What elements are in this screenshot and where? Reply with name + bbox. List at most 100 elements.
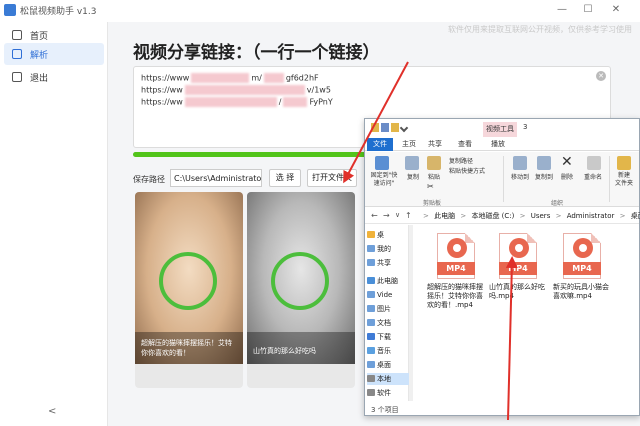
pin-icon[interactable] xyxy=(375,156,389,170)
explorer-title: 3 xyxy=(523,123,528,131)
clear-icon[interactable]: ✕ xyxy=(596,71,606,81)
copy-path-button[interactable]: 复制路径 xyxy=(449,156,473,165)
file-name: 超解压的猫咪摔摆摇乐！艾特你你喜欢的看！.mp4 xyxy=(427,283,483,309)
tree-item[interactable]: 桌 xyxy=(367,229,409,241)
new-folder-icon[interactable] xyxy=(617,156,631,170)
ribbon-divider xyxy=(609,156,610,202)
file-item[interactable]: MP4 山竹真的那么好吃吗.mp4 xyxy=(489,231,549,331)
navigation-tree: 桌 我的 共享 此电脑 Vide 图片 文档 下载 音乐 桌面 本地 软件 xyxy=(365,225,409,401)
save-path-input[interactable]: C:\Users\Administrator\ xyxy=(170,169,262,187)
redacted-blur xyxy=(184,97,277,107)
maximize-button[interactable]: ☐ xyxy=(576,2,600,18)
video-tools-tab[interactable]: 视频工具 xyxy=(483,122,517,137)
file-item[interactable]: MP4 新买的玩具小猫会喜欢嘛.mp4 xyxy=(553,231,613,331)
tab-file[interactable]: 文件 xyxy=(367,138,393,151)
rename-icon[interactable] xyxy=(587,156,601,170)
redacted-blur xyxy=(184,85,305,95)
tree-item[interactable]: 文档 xyxy=(367,317,409,329)
paste-shortcut-button[interactable]: 粘贴快捷方式 xyxy=(449,166,485,175)
ribbon-tabs: 文件 主页 共享 查看 播放 xyxy=(365,137,639,151)
paste-icon[interactable] xyxy=(427,156,441,170)
folder-icon xyxy=(367,245,375,252)
home-icon xyxy=(12,30,22,40)
highlight-circle xyxy=(159,252,217,310)
clipboard-group-label: 剪贴板 xyxy=(423,200,442,207)
sidebar-item-parse[interactable]: 解析 xyxy=(4,43,104,65)
copy-to-button[interactable]: 复制到 xyxy=(533,172,555,181)
copy-icon[interactable] xyxy=(405,156,419,170)
reel-hub xyxy=(579,244,587,252)
page-fold xyxy=(591,233,601,243)
folder-icon xyxy=(367,319,375,326)
tab-home[interactable]: 主页 xyxy=(399,138,419,151)
file-item[interactable]: MP4 超解压的猫咪摔摆摇乐！艾特你你喜欢的看！.mp4 xyxy=(427,231,487,331)
file-name: 新买的玩具小猫会喜欢嘛.mp4 xyxy=(553,283,609,300)
breadcrumb-item[interactable]: 本地磁盘 (C:) xyxy=(471,212,514,220)
sidebar-item-label: 首页 xyxy=(30,31,49,42)
tree-item[interactable]: 下载 xyxy=(367,331,409,343)
video-caption: 山竹真的那么好吃吗 xyxy=(253,347,316,355)
copy-to-icon[interactable] xyxy=(537,156,551,170)
tree-item[interactable]: 本地 xyxy=(367,373,409,385)
open-folder-button[interactable]: 打开文件夹 xyxy=(307,169,357,187)
file-type-badge: MP4 xyxy=(499,262,537,275)
up-icon[interactable]: ↑ xyxy=(405,211,412,220)
back-icon[interactable]: ← xyxy=(371,211,378,220)
explorer-title-bar: 视频工具 3 xyxy=(365,119,639,137)
tree-item[interactable]: 桌面 xyxy=(367,359,409,371)
properties-icon[interactable] xyxy=(381,123,389,132)
delete-icon[interactable]: ✕ xyxy=(561,154,573,170)
close-button[interactable]: ✕ xyxy=(604,2,628,18)
rename-button[interactable]: 重命名 xyxy=(581,172,605,181)
breadcrumb-item[interactable]: Users xyxy=(531,212,551,220)
redacted-blur xyxy=(191,73,250,83)
video-caption: 超解压的猫咪摔摆摇乐！艾特你你喜欢的看！ xyxy=(141,339,232,357)
sidebar: 首页 解析 退出 < xyxy=(0,22,108,426)
link-line: https://www m/gf6d2hF xyxy=(141,73,319,83)
new-folder-icon[interactable] xyxy=(391,123,399,132)
video-card[interactable]: 山竹真的那么好吃吗 xyxy=(247,192,355,388)
breadcrumb-item[interactable]: 此电脑 xyxy=(434,212,455,220)
new-folder-button[interactable]: 新建 文件夹 xyxy=(611,172,637,188)
copy-button[interactable]: 复制 xyxy=(405,172,421,181)
link-line: https://ww v/1w5 xyxy=(141,85,331,95)
tree-item[interactable]: 音乐 xyxy=(367,345,409,357)
tree-item[interactable]: Vide xyxy=(367,289,409,301)
page-fold xyxy=(465,233,475,243)
organize-group-label: 组织 xyxy=(551,200,564,207)
tree-item[interactable]: 图片 xyxy=(367,303,409,315)
video-card[interactable]: 超解压的猫咪摔摆摇乐！艾特你你喜欢的看！ xyxy=(135,192,243,388)
tab-play[interactable]: 播放 xyxy=(485,138,511,151)
breadcrumb-item[interactable]: 桌面 xyxy=(631,212,640,220)
chevron-down-icon[interactable] xyxy=(399,123,409,133)
tab-share[interactable]: 共享 xyxy=(425,138,445,151)
ribbon: 固定到"快 速访问" 复制 粘贴 复制路径 粘贴快捷方式 ✂ 剪贴板 移动到 复… xyxy=(365,152,639,207)
disclaimer-notice: 软件仅用来提取互联网公开视频，仅供参考学习使用 xyxy=(448,25,632,34)
minimize-button[interactable]: — xyxy=(550,2,574,18)
chevron-down-icon[interactable]: ∨ xyxy=(395,211,400,219)
tree-item[interactable]: 软件 xyxy=(367,387,409,399)
folder-icon[interactable] xyxy=(371,123,379,132)
choose-path-button[interactable]: 选 择 xyxy=(269,169,301,187)
forward-icon[interactable]: → xyxy=(383,211,390,220)
title-bar: 松鼠视频助手 v1.3 — ☐ ✕ xyxy=(0,0,640,22)
pin-quick-access-button[interactable]: 固定到"快 速访问" xyxy=(367,172,401,188)
sidebar-item-exit[interactable]: 退出 xyxy=(4,66,104,88)
collapse-sidebar-button[interactable]: < xyxy=(48,406,56,417)
move-to-button[interactable]: 移动到 xyxy=(509,172,531,181)
folder-icon xyxy=(367,291,375,298)
delete-button[interactable]: 删除 xyxy=(559,172,575,181)
tree-item[interactable]: 我的 xyxy=(367,243,409,255)
mp4-file-icon: MP4 xyxy=(499,233,537,279)
download-icon xyxy=(367,333,375,340)
tree-item[interactable]: 此电脑 xyxy=(367,275,409,287)
tree-item[interactable]: 共享 xyxy=(367,257,409,269)
move-to-icon[interactable] xyxy=(513,156,527,170)
paste-button[interactable]: 粘贴 xyxy=(425,172,443,181)
status-bar-count: 3 个项目 xyxy=(371,406,399,414)
breadcrumb-item[interactable]: Administrator xyxy=(567,212,615,220)
tab-view[interactable]: 查看 xyxy=(455,138,475,151)
sidebar-item-label: 解析 xyxy=(30,50,49,61)
cut-icon[interactable]: ✂ xyxy=(427,182,434,191)
tree-scrollbar[interactable] xyxy=(409,225,413,401)
